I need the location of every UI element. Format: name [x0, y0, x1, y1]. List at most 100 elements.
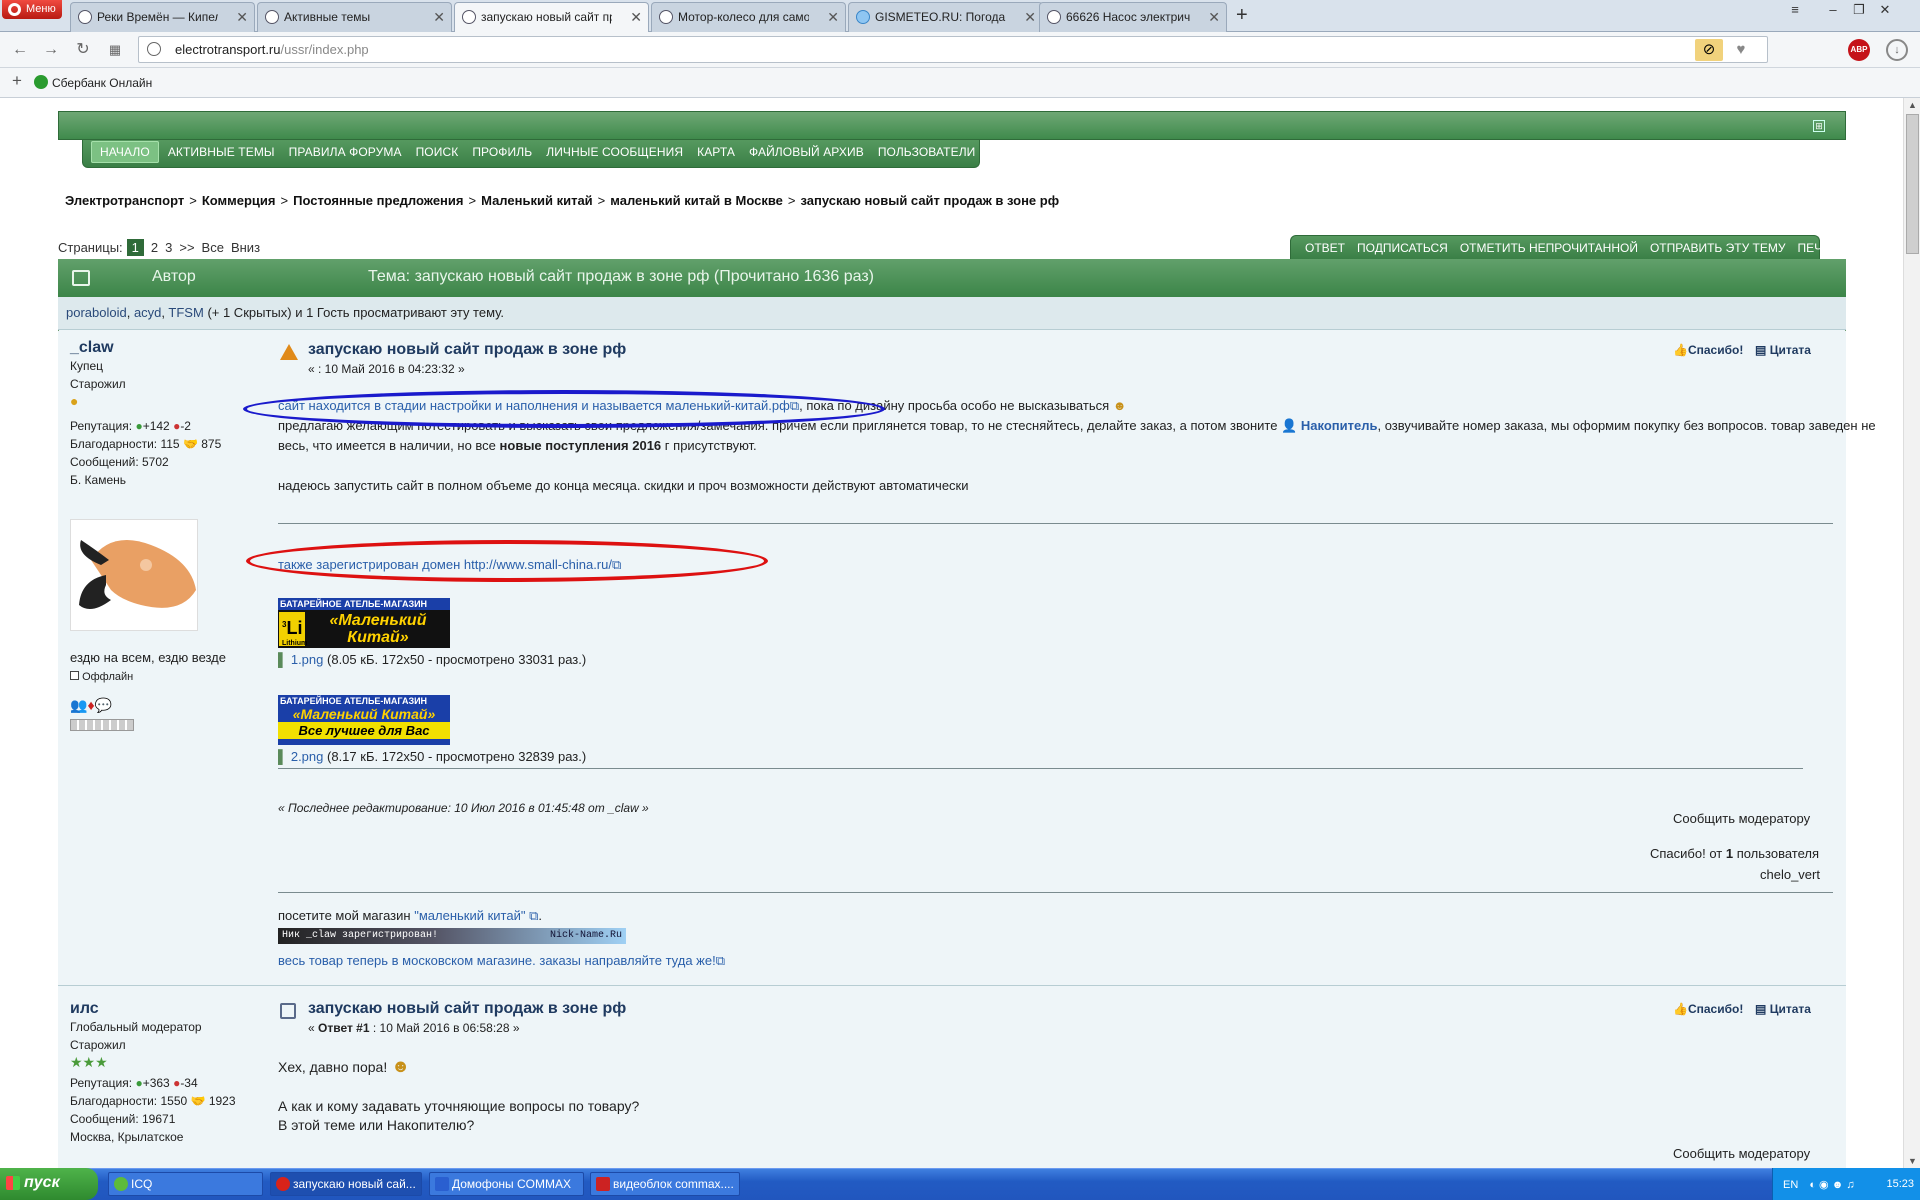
warning-triangle-icon — [280, 344, 298, 360]
scroll-down-icon[interactable]: ▼ — [1908, 1156, 1917, 1166]
close-window-icon[interactable]: ✕ — [1874, 2, 1896, 18]
page-all[interactable]: Все — [202, 240, 224, 255]
menu-profile[interactable]: ПРОФИЛЬ — [472, 145, 532, 159]
tab[interactable]: 66626 Насос электрически✕ — [1039, 2, 1227, 32]
viewer-link[interactable]: acyd — [134, 305, 161, 320]
bookmark-sberbank[interactable]: Сбербанк Онлайн — [52, 76, 152, 90]
post: илс Глобальный модератор Старожил ★★★ Ре… — [58, 986, 1846, 1168]
expand-header-icon[interactable]: ⊞ — [1813, 120, 1825, 132]
viewer-link[interactable]: poraboloid — [66, 305, 127, 320]
profile-icon[interactable]: 👥 — [70, 697, 87, 713]
menu-users[interactable]: ПОЛЬЗОВАТЕЛИ — [878, 145, 976, 159]
language-indicator[interactable]: EN — [1783, 1179, 1798, 1191]
menu-active-topics[interactable]: АКТИВНЫЕ ТЕМЫ — [168, 145, 275, 159]
author-name[interactable]: _claw — [70, 339, 221, 357]
close-tab-icon[interactable]: ✕ — [433, 3, 445, 31]
print-button[interactable]: ПЕЧАТЬ — [1798, 241, 1845, 255]
minimize-icon[interactable]: – — [1822, 2, 1844, 17]
signature: посетите мой магазин "маленький китай" ⧉… — [278, 908, 543, 923]
pm-icon[interactable]: 💬 — [95, 697, 112, 713]
crumb-current[interactable]: запускаю новый сайт продаж в зоне рф — [800, 193, 1059, 208]
tab-active[interactable]: запускаю новый сайт продаж✕ — [454, 2, 649, 33]
speed-dial-icon[interactable]: ▦ — [104, 39, 126, 61]
quote-button[interactable]: ▤ Цитата — [1755, 343, 1811, 357]
opera-menu-button[interactable]: Меню — [2, 0, 62, 19]
menu-home[interactable]: НАЧАЛО — [91, 141, 159, 163]
signature-link[interactable]: "маленький китай" — [414, 908, 525, 923]
crumb[interactable]: Коммерция — [202, 193, 276, 208]
adblock-toggle-icon[interactable]: ⊘ — [1695, 39, 1723, 61]
quote-button[interactable]: ▤ Цитата — [1755, 1002, 1811, 1016]
new-tab-button[interactable]: + — [1236, 4, 1248, 26]
report-moderator-link[interactable]: Сообщить модератору — [1673, 1144, 1810, 1164]
menu-files[interactable]: ФАЙЛОВЫЙ АРХИВ — [749, 145, 864, 159]
taskbar-item-browser[interactable]: запускаю новый сай... — [270, 1172, 422, 1196]
tab[interactable]: Активные темы ✕ — [257, 2, 452, 32]
crab-claw-icon — [79, 540, 196, 609]
crumb[interactable]: Постоянные предложения — [293, 193, 463, 208]
forward-icon[interactable]: → — [40, 39, 62, 61]
author-name[interactable]: илс — [70, 1000, 236, 1018]
back-icon[interactable]: ← — [9, 39, 31, 61]
add-bookmark-button[interactable]: + — [12, 71, 22, 91]
close-tab-icon[interactable]: ✕ — [630, 3, 642, 31]
reputation: Репутация: ●+363 ●-34 — [70, 1076, 198, 1090]
scroll-up-icon[interactable]: ▲ — [1908, 100, 1917, 110]
address-bar[interactable]: electrotransport.ru/ussr/index.php ⊘ ♥ — [138, 36, 1768, 63]
attachment-image-1[interactable]: БАТАРЕЙНОЕ АТЕЛЬЕ-МАГАЗИН 3Li Lithium «Ма… — [278, 598, 450, 648]
menu-messages[interactable]: ЛИЧНЫЕ СООБЩЕНИЯ — [546, 145, 683, 159]
site-info-icon[interactable] — [147, 42, 161, 56]
subscribe-button[interactable]: ПОДПИСАТЬСЯ — [1357, 241, 1448, 255]
nickname-banner[interactable]: Ник _claw зарегистрирован! Nick-Name.Ru — [278, 928, 626, 944]
page-down[interactable]: Вниз — [231, 240, 260, 255]
reply-button[interactable]: ОТВЕТ — [1305, 241, 1345, 255]
attachment-image-2[interactable]: БАТАРЕЙНОЕ АТЕЛЬЕ-МАГАЗИН «Маленький Кит… — [278, 695, 450, 745]
thanks-button[interactable]: 👍Спасибо! — [1673, 1002, 1743, 1016]
heart-bookmark-icon[interactable]: ♥ — [1727, 39, 1755, 61]
adblock-plus-icon[interactable]: ABP — [1848, 39, 1870, 61]
close-tab-icon[interactable]: ✕ — [236, 3, 248, 31]
reload-icon[interactable]: ↻ — [72, 39, 94, 61]
page-next[interactable]: >> — [179, 240, 194, 255]
tab-menu-icon[interactable]: ≡ — [1784, 2, 1806, 17]
report-moderator-link[interactable]: Сообщить модератору — [1673, 809, 1810, 829]
location: Б. Камень — [70, 473, 127, 487]
viewer-link[interactable]: TFSM — [168, 305, 203, 320]
menu-search[interactable]: ПОИСК — [416, 145, 459, 159]
page-icon — [78, 10, 92, 24]
close-tab-icon[interactable]: ✕ — [1208, 3, 1220, 31]
send-topic-button[interactable]: ОТПРАВИТЬ ЭТУ ТЕМУ — [1650, 241, 1786, 255]
menu-rules[interactable]: ПРАВИЛА ФОРУМА — [289, 145, 402, 159]
scroll-thumb[interactable] — [1906, 114, 1919, 254]
post-title[interactable]: запускаю новый сайт продаж в зоне рф — [308, 341, 626, 359]
page-scrollbar[interactable]: ▲ ▼ — [1903, 98, 1920, 1168]
taskbar-item-icq[interactable]: ICQ — [108, 1172, 263, 1196]
page-link[interactable]: 2 — [151, 240, 158, 255]
start-button[interactable]: пуск — [0, 1168, 98, 1200]
signature-link-2[interactable]: весь товар теперь в московском магазине.… — [278, 953, 716, 968]
menu-map[interactable]: КАРТА — [697, 145, 735, 159]
crumb[interactable]: Электротранспорт — [65, 193, 184, 208]
tab[interactable]: GISMETEO.RU: Погода в Се✕ — [848, 2, 1043, 32]
post-author-panel: илс Глобальный модератор Старожил ★★★ Ре… — [70, 1000, 236, 1146]
warning-icon[interactable]: ♦ — [87, 697, 94, 713]
taskbar-item-word[interactable]: Домофоны COMMAX — [429, 1172, 584, 1196]
tray-icons[interactable]: ◐ ◉ ☻ ♫ — [1809, 1179, 1854, 1191]
mention-link[interactable]: Накопитель — [1301, 418, 1378, 433]
taskbar-item-pdf[interactable]: видеоблок commax.... — [590, 1172, 740, 1196]
post-title[interactable]: запускаю новый сайт продаж в зоне рф — [308, 1000, 626, 1018]
menu-logout[interactable]: ВЫХОД — [989, 145, 1033, 159]
crumb[interactable]: маленький китай в Москве — [610, 193, 783, 208]
reputation: Репутация: ●+142 ●-2 — [70, 419, 191, 433]
maximize-icon[interactable]: ❐ — [1848, 2, 1870, 18]
page-link[interactable]: 3 — [165, 240, 172, 255]
tab[interactable]: Мотор-колесо для самоката✕ — [651, 2, 846, 32]
download-icon[interactable]: ↓ — [1886, 39, 1908, 61]
mark-unread-button[interactable]: ОТМЕТИТЬ НЕПРОЧИТАННОЙ — [1460, 241, 1638, 255]
crumb[interactable]: Маленький китай — [481, 193, 593, 208]
thanks-button[interactable]: 👍Спасибо! — [1673, 343, 1743, 357]
tab[interactable]: Реки Времён — Кипелов✕ — [70, 2, 255, 32]
close-tab-icon[interactable]: ✕ — [827, 3, 839, 31]
thanked-user-link[interactable]: chelo_vert — [1760, 865, 1820, 885]
close-tab-icon[interactable]: ✕ — [1024, 3, 1036, 31]
